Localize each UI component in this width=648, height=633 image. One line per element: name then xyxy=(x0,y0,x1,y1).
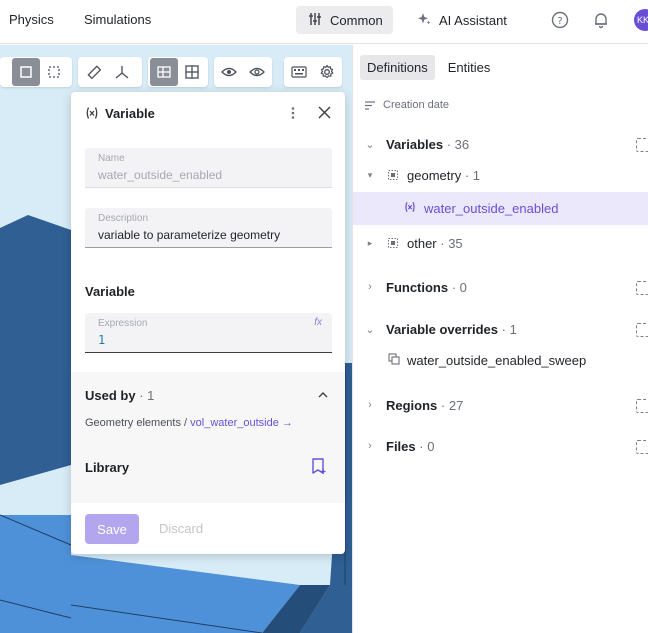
tree-geometry[interactable]: ▾ geometry · 1 xyxy=(353,159,648,191)
save-button[interactable]: Save xyxy=(85,514,139,544)
description-field[interactable]: Description variable to parameterize geo… xyxy=(85,208,332,248)
sort-control[interactable]: Creation date xyxy=(365,99,449,111)
description-value[interactable]: variable to parameterize geometry xyxy=(98,228,319,242)
tree-variables[interactable]: ⌄ Variables · 36 xyxy=(353,128,648,160)
ai-assistant-button[interactable]: AI Assistant xyxy=(405,6,519,34)
view-toolbar xyxy=(148,57,208,87)
eye-show-icon[interactable] xyxy=(243,58,271,86)
name-label: Name xyxy=(98,153,125,164)
definitions-tabs: Definitions Entities xyxy=(360,55,503,80)
bell-icon[interactable] xyxy=(591,10,611,30)
chevron-right-icon: › xyxy=(368,399,372,411)
add-variable-icon[interactable] xyxy=(636,138,648,152)
eye-hide-icon[interactable] xyxy=(215,58,243,86)
tab-definitions[interactable]: Definitions xyxy=(360,55,435,80)
visibility-toolbar xyxy=(214,57,272,87)
variables-label: Variables · 36 xyxy=(386,136,470,152)
add-function-icon[interactable] xyxy=(636,281,648,295)
override-item-label: water_outside_enabled_sweep xyxy=(407,352,587,368)
chevron-down-icon: ⌄ xyxy=(365,138,375,151)
add-to-library-icon[interactable] xyxy=(311,458,327,478)
library-heading: Library xyxy=(85,460,130,475)
used-by-path: Geometry elements / vol_water_outside → xyxy=(85,417,293,429)
help-icon[interactable]: ? xyxy=(550,10,570,30)
ai-assistant-label: AI Assistant xyxy=(439,12,507,28)
chevron-up-icon[interactable] xyxy=(317,388,329,403)
regions-label: Regions · 27 xyxy=(386,397,464,413)
variable-icon xyxy=(85,106,99,123)
top-bar: Physics Simulations Common AI Assistant … xyxy=(0,0,648,44)
expression-value[interactable]: 1 xyxy=(98,333,319,347)
add-region-icon[interactable] xyxy=(636,399,648,413)
tree-regions[interactable]: › Regions · 27 xyxy=(353,389,648,421)
tree-other[interactable]: ▸ other · 35 xyxy=(353,227,648,259)
close-icon[interactable] xyxy=(318,106,331,122)
sort-icon xyxy=(365,100,375,110)
tree-item-selected[interactable]: water_outside_enabled xyxy=(353,192,648,225)
tree-files[interactable]: › Files · 0 xyxy=(353,430,648,462)
variable-heading: Variable xyxy=(85,284,135,299)
axes-icon[interactable] xyxy=(108,58,136,86)
grid-icon[interactable] xyxy=(178,58,206,86)
functions-label: Functions · 0 xyxy=(386,279,467,295)
caret-down-icon: ▾ xyxy=(367,169,373,180)
gear-icon[interactable] xyxy=(313,58,341,86)
ruler-icon[interactable] xyxy=(80,58,108,86)
group-icon xyxy=(388,168,398,183)
sparkle-icon xyxy=(417,12,431,29)
used-by-section: Used by · 1 Geometry elements / vol_wate… xyxy=(71,372,345,503)
fx-icon[interactable]: fx xyxy=(314,317,322,328)
settings-toolbar xyxy=(284,57,342,87)
keyboard-icon[interactable] xyxy=(285,58,313,86)
definitions-panel: Definitions Entities Creation date ⌄ Var… xyxy=(352,45,648,633)
used-by-heading: Used by xyxy=(85,388,136,403)
name-field: Name water_outside_enabled xyxy=(85,148,332,188)
tree-functions[interactable]: › Functions · 0 xyxy=(353,271,648,303)
select-box-solid-icon[interactable] xyxy=(12,58,40,86)
overrides-label: Variable overrides · 1 xyxy=(386,321,517,337)
used-by-link[interactable]: vol_water_outside → xyxy=(190,417,293,429)
expression-label: Expression xyxy=(98,318,148,329)
panel-layout-icon[interactable] xyxy=(150,58,178,86)
sort-label: Creation date xyxy=(383,99,450,111)
tree-override-item[interactable]: water_outside_enabled_sweep xyxy=(353,344,648,376)
used-by-count: 1 xyxy=(147,388,155,403)
select-box-dashed-icon[interactable] xyxy=(40,58,68,86)
other-label: other · 35 xyxy=(407,235,463,251)
tab-entities[interactable]: Entities xyxy=(441,55,498,80)
files-label: Files · 0 xyxy=(386,438,435,454)
name-value: water_outside_enabled xyxy=(98,168,223,182)
add-override-icon[interactable] xyxy=(636,323,648,337)
nav-physics[interactable]: Physics xyxy=(9,12,54,27)
override-icon xyxy=(388,352,400,368)
expression-field[interactable]: Expression 1 fx xyxy=(85,313,332,353)
group-icon xyxy=(388,236,398,251)
caret-right-icon: ▸ xyxy=(367,237,373,248)
variable-icon xyxy=(404,201,416,216)
chevron-right-icon: › xyxy=(368,281,372,293)
common-label: Common xyxy=(330,12,383,28)
nav-simulations[interactable]: Simulations xyxy=(84,12,151,27)
chevron-right-icon: › xyxy=(368,440,372,452)
sliders-icon xyxy=(308,12,322,29)
discard-button[interactable]: Discard xyxy=(159,521,203,536)
variable-panel: Variable Name water_outside_enabled Desc… xyxy=(71,92,345,554)
measure-toolbar xyxy=(78,57,142,87)
more-options-icon[interactable] xyxy=(287,106,299,123)
add-file-icon[interactable] xyxy=(636,440,648,454)
used-by-prefix: Geometry elements / xyxy=(85,417,188,429)
avatar[interactable]: KK xyxy=(634,9,648,31)
description-label: Description xyxy=(98,213,149,224)
common-button[interactable]: Common xyxy=(296,6,393,34)
panel-title: Variable xyxy=(105,106,155,121)
used-by-header[interactable]: Used by · 1 xyxy=(85,388,154,403)
selection-toolbar xyxy=(0,57,72,87)
tree-variable-overrides[interactable]: ⌄ Variable overrides · 1 xyxy=(353,313,648,345)
selected-item-label: water_outside_enabled xyxy=(424,201,559,216)
svg-text:?: ? xyxy=(557,16,562,27)
geometry-label: geometry · 1 xyxy=(407,167,480,183)
chevron-down-icon: ⌄ xyxy=(365,323,375,336)
